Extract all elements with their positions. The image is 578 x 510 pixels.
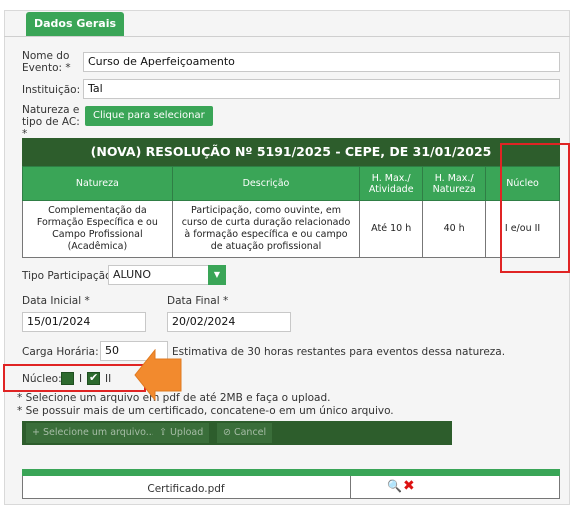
data-final-label: Data Final * [167, 295, 229, 307]
arrow-pointer-icon [134, 349, 182, 401]
delete-file-icon[interactable]: ✖ [403, 477, 415, 495]
cell-h-natureza: 40 h [422, 200, 487, 258]
chevron-down-icon[interactable]: ▼ [208, 265, 226, 285]
tab-divider [4, 36, 570, 37]
cell-descricao: Participação, como ouvinte, em curso de … [171, 200, 361, 258]
cancel-button[interactable]: ⊘ Cancel [217, 423, 273, 443]
nucleo-column-highlight [500, 143, 570, 273]
col-natureza: Natureza [22, 166, 173, 201]
tab-dados-gerais[interactable]: Dados Gerais [26, 12, 125, 36]
file-table-header [22, 469, 560, 476]
nome-evento-input[interactable]: Curso de Aperfeiçoamento [83, 52, 560, 72]
nome-evento-label: Nome do Evento: * [22, 50, 71, 74]
select-file-button[interactable]: + Selecione um arquivo... [26, 423, 161, 443]
col-h-natureza: H. Max./ Natureza [422, 166, 487, 201]
cell-h-atividade: Até 10 h [359, 200, 424, 258]
tipo-participacao-select[interactable]: ALUNO ▼ [108, 265, 226, 285]
resolution-table: Natureza Descrição H. Max./ Atividade H.… [22, 166, 560, 258]
carga-horaria-hint: Estimativa de 30 horas restantes para ev… [172, 346, 506, 358]
tipo-participacao-label: Tipo Participação: [22, 270, 116, 282]
nucleo-checkbox-i[interactable] [61, 372, 74, 385]
table-row: Complementação da Formação Específica e … [22, 200, 560, 258]
cell-natureza: Complementação da Formação Específica e … [22, 200, 173, 258]
select-natureza-button[interactable]: Clique para selecionar [85, 106, 213, 126]
tipo-participacao-value: ALUNO [113, 268, 152, 281]
instituicao-label: Instituição: * [22, 84, 89, 96]
natureza-label: Natureza e tipo de AC: * [22, 104, 80, 140]
nucleo-option-i-label: I [79, 373, 83, 385]
resolution-title: (NOVA) RESOLUÇÃO Nº 5191/2025 - CEPE, DE… [22, 138, 560, 166]
col-h-atividade: H. Max./ Atividade [359, 166, 424, 201]
upload-button[interactable]: ⇪ Upload [153, 423, 210, 443]
nucleo-checkbox-ii[interactable] [87, 371, 100, 385]
file-name: Certificado.pdf [147, 483, 225, 495]
upload-note-2: * Se possuir mais de um certificado, con… [17, 405, 394, 417]
nucleo-option-ii-label: II [105, 373, 112, 385]
carga-horaria-label: Carga Horária: * [22, 346, 108, 358]
view-file-icon[interactable]: 🔍 [387, 478, 402, 494]
instituicao-input[interactable]: Tal [83, 79, 560, 99]
data-inicial-input[interactable]: 15/01/2024 [22, 312, 146, 332]
col-descricao: Descrição [171, 166, 361, 201]
nucleo-label: Núcleo: [22, 373, 62, 385]
file-table-divider [350, 476, 351, 499]
data-inicial-label: Data Inicial * [22, 295, 90, 307]
data-final-input[interactable]: 20/02/2024 [167, 312, 291, 332]
